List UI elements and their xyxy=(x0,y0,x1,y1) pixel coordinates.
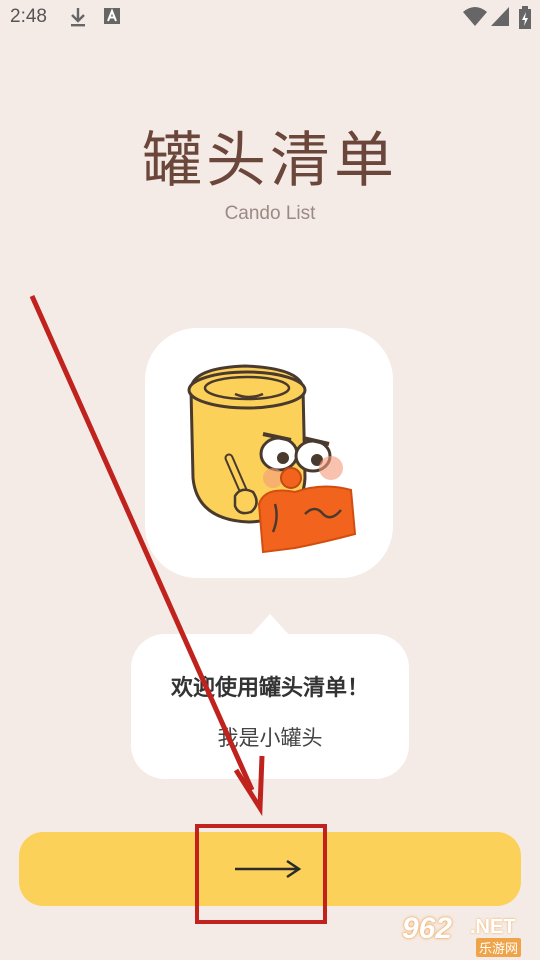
status-time: 2:48 xyxy=(10,6,47,27)
watermark-number: 962 xyxy=(402,912,453,945)
watermark-suffix: .NET xyxy=(470,916,516,938)
watermark-sub: 乐游网 xyxy=(476,938,522,957)
bubble-tail xyxy=(250,614,290,636)
welcome-bubble: 欢迎使用罐头清单！ 我是小罐头 xyxy=(131,634,409,779)
download-icon xyxy=(68,6,88,32)
app-subtitle: Cando List xyxy=(224,203,316,224)
status-bar: 2:48 xyxy=(0,0,540,36)
watermark-logo: 962 .NET 乐游网 xyxy=(402,912,536,957)
mascot-jar-illustration xyxy=(187,364,357,554)
font-a-icon xyxy=(103,6,121,30)
wifi-icon xyxy=(462,6,488,32)
welcome-text: 我是小罐头 xyxy=(217,726,323,750)
welcome-title: 欢迎使用罐头清单！ xyxy=(170,676,369,701)
app-title: 罐头清单 xyxy=(142,126,398,196)
signal-icon xyxy=(490,6,510,32)
mascot-card xyxy=(145,328,393,578)
battery-icon xyxy=(518,6,532,34)
long-arrow-right-icon xyxy=(233,858,303,884)
next-button[interactable] xyxy=(19,832,521,906)
